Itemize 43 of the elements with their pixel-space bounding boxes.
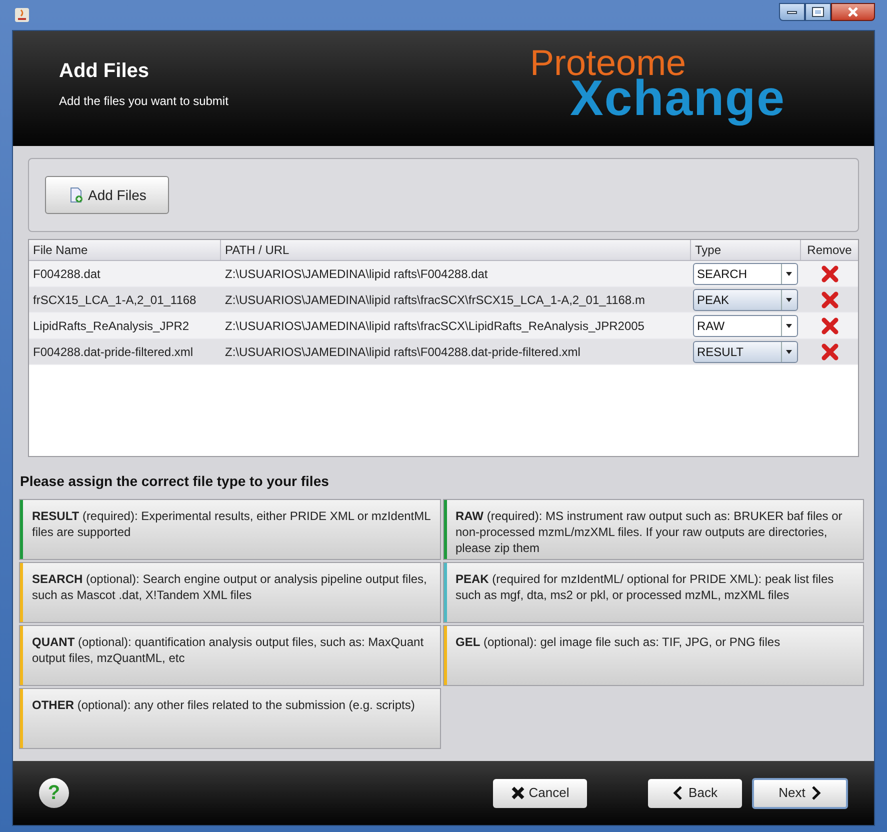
java-app-icon (14, 7, 30, 23)
chevron-left-icon (672, 786, 683, 800)
file-type-description: GEL (optional): gel image file such as: TIF, JPG, or PNG files (456, 634, 780, 650)
section-heading: Please assign the correct file type to your files (20, 472, 330, 491)
column-header[interactable]: Remove (801, 240, 858, 260)
file-type-description: SEARCH (optional): Search engine output or analysis pipeline output files, such as Mascot .dat, X!Tandem XML files (32, 571, 428, 603)
back-button[interactable]: Back (648, 778, 742, 808)
file-type-description: QUANT (optional): quantification analysis output files, such as: MaxQuant output files, mzQuantML, etc (32, 634, 425, 666)
page-title: Add Files (59, 61, 150, 81)
minimize-button[interactable] (779, 3, 805, 21)
next-button[interactable]: Next (752, 778, 848, 808)
type-dropdown[interactable]: PEAK (693, 288, 798, 310)
column-header[interactable]: PATH / URL (221, 240, 691, 260)
file-type-description: RAW (required): MS instrument raw output such as: BRUKER baf files or non-processed mzmL/mzXML files. If your raw outputs are directories, please zip them (456, 508, 844, 556)
remove-icon[interactable] (820, 316, 838, 334)
table-cell-text: LipidRafts_ReAnalysis_JPR2 (32, 318, 190, 334)
file-type-description: OTHER (optional): any other files related to the submission (e.g. scripts) (32, 697, 415, 713)
type-dropdown[interactable]: RAW (693, 314, 798, 336)
close-icon (510, 786, 525, 800)
cancel-button[interactable]: Cancel (493, 778, 587, 808)
close-button[interactable] (831, 3, 875, 21)
remove-icon[interactable] (820, 290, 838, 308)
type-dropdown[interactable]: RESULT (693, 340, 798, 362)
close-icon (848, 7, 858, 17)
add-files-button[interactable]: Add Files (45, 176, 170, 214)
remove-icon[interactable] (820, 264, 838, 282)
chevron-right-icon (811, 786, 822, 800)
table-cell-text: F004288.dat-pride-filtered.xml (32, 344, 194, 360)
table-cell-text: Z:\USUARIOS\JAMEDINA\lipid rafts\F004288.dat-pride-filtered.xml (224, 344, 582, 360)
table-cell-text: frSCX15_LCA_1-A,2_01_1168 (32, 292, 198, 308)
table-cell-text: F004288.dat (32, 266, 102, 282)
column-header[interactable]: File Name (29, 240, 221, 260)
page-subtitle: Add the files you want to submit (59, 95, 228, 107)
table-cell-text: Z:\USUARIOS\JAMEDINA\lipid rafts\fracSCX\LipidRafts_ReAnalysis_JPR2005 (224, 318, 646, 334)
column-header[interactable]: Type (691, 240, 801, 260)
file-type-description: PEAK (required for mzIdentML/ optional for PRIDE XML): peak list files such as mgf, dta, ms2 or pkl, or processed mzML, mzXML files (456, 571, 835, 603)
file-type-description: RESULT (required): Experimental results, either PRIDE XML or mzIdentML files are supported (32, 508, 432, 540)
remove-icon[interactable] (820, 342, 838, 360)
add-file-icon (68, 187, 84, 203)
maximize-button[interactable] (805, 3, 831, 21)
table-cell-text: Z:\USUARIOS\JAMEDINA\lipid rafts\F004288.dat (224, 266, 489, 282)
type-dropdown[interactable]: SEARCH (693, 262, 798, 284)
table-cell-text: Z:\USUARIOS\JAMEDINA\lipid rafts\fracSCX\frSCX15_LCA_1-A,2_01_1168.m (224, 292, 646, 308)
